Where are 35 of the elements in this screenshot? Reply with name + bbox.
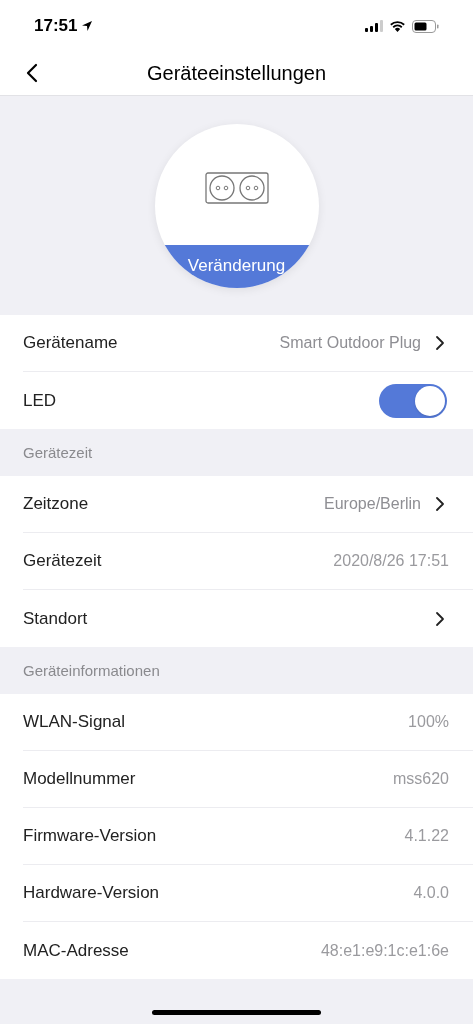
setting-value: 48:e1:e9:1c:e1:6e [320,940,449,961]
section-header: Geräteinformationen [23,661,160,682]
setting-value: 4.0.0 [413,883,449,903]
battery-icon [412,19,439,33]
location-arrow-icon [81,20,94,32]
setting-label: Firmware-Version [23,825,158,848]
setting-label: Gerätezeit [23,550,103,573]
setting-value: Smart Outdoor Plug [279,333,421,353]
setting-value: 2020/8/26 17:51 [333,551,449,571]
setting-label: Hardware-Version [23,882,161,905]
setting-row[interactable]: Zeitzone Europe/Berlin [23,476,473,533]
setting-value: Europe/Berlin [324,494,421,514]
setting-label: WLAN-Signal [23,711,127,734]
back-icon[interactable] [25,63,39,83]
signal-icon [365,20,383,32]
setting-label: LED [23,389,58,412]
setting-value: 100% [408,712,449,732]
setting-label: Modellnummer [23,768,137,791]
status-time: 17:51 [34,15,78,38]
setting-label: Gerätename [23,332,119,355]
section-header: Gerätezeit [23,443,93,464]
screen-title: Geräteeinstellungen [147,60,326,86]
wifi-icon [389,20,406,32]
chevron-right-icon [435,610,445,627]
setting-label: Zeitzone [23,493,90,516]
setting-value: mss620 [392,769,449,789]
setting-value: 4.1.22 [404,826,449,846]
power-socket-icon [204,172,269,204]
setting-row[interactable]: Standort [23,590,473,647]
setting-label: MAC-Adresse [23,939,130,962]
setting-row[interactable]: Gerätename Smart Outdoor Plug [23,315,473,372]
chevron-right-icon [435,335,445,351]
toggle-switch[interactable] [379,383,447,418]
chevron-right-icon [435,496,445,512]
setting-label: Standort [23,607,89,630]
